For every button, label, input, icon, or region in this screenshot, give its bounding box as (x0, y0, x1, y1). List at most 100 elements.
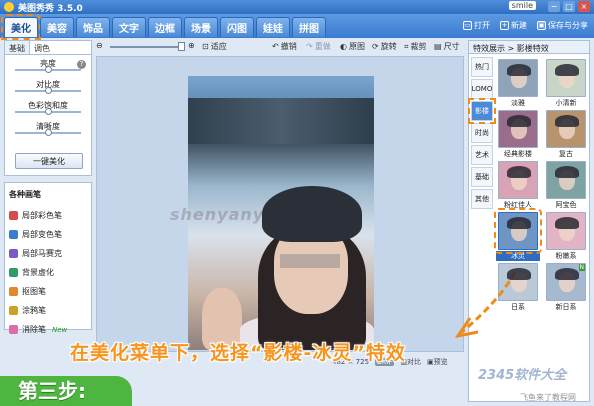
close-icon[interactable]: × (578, 1, 590, 12)
category-hot[interactable]: 热门 (471, 57, 493, 77)
resize-button[interactable]: ▤ 尺寸 (434, 41, 460, 52)
fit-button[interactable]: ⊡ 适应 (202, 41, 227, 52)
one-key-beautify-button[interactable]: 一键美化 (15, 153, 83, 169)
undo-button[interactable]: ↶ 撤销 (272, 41, 297, 52)
top-actions: ▭ 打开 + 新建 ▣ 保存与分享 (463, 20, 588, 31)
zoom-out-icon[interactable]: ⊖ (96, 41, 103, 50)
new-button[interactable]: + 新建 (500, 20, 527, 31)
step-banner: 第三步: (0, 376, 132, 406)
category-art[interactable]: 艺术 (471, 145, 493, 165)
tab-accessories[interactable]: 饰品 (76, 17, 110, 37)
preview-icon: ▣ (426, 358, 434, 366)
brush-recolor-icon (9, 230, 18, 239)
tab-frame[interactable]: 边框 (148, 17, 182, 37)
minimize-icon[interactable]: − (548, 1, 560, 12)
undo-icon: ↶ (272, 42, 279, 51)
open-button[interactable]: ▭ 打开 (463, 20, 490, 31)
app-logo-icon (4, 2, 14, 12)
site-watermark: 2345软件大全 (478, 368, 567, 383)
slider-knob[interactable] (45, 108, 52, 115)
adjust-panel: 基础 调色 ? 亮度 对比度 色彩饱和度 清晰度 一键美化 (4, 40, 92, 176)
brush-item[interactable]: 局部彩色笔 (9, 206, 87, 225)
original-button[interactable]: ◐ 原图 (340, 41, 365, 52)
crop-icon: ⌗ (404, 41, 409, 51)
maximize-icon[interactable]: □ (563, 1, 575, 12)
effect-preview-image: N (546, 263, 586, 301)
effect-thumb[interactable]: 复古 (544, 110, 588, 160)
window-controls: − □ × (548, 1, 590, 12)
tab-text[interactable]: 文字 (112, 17, 146, 37)
tab-face[interactable]: 美容 (40, 17, 74, 37)
rotate-icon: ⟳ (372, 42, 379, 51)
brush-item[interactable]: 背景虚化 (9, 263, 87, 282)
site-watermark-sub: 飞鱼来了教程网 (520, 393, 576, 402)
tab-basic[interactable]: 基础 (5, 41, 30, 54)
effect-thumb[interactable]: 日系 (496, 263, 540, 313)
brush-item[interactable]: 消除笔 New (9, 320, 87, 339)
rotate-button[interactable]: ⟳ 旋转 (372, 41, 397, 52)
zoom-in-icon[interactable]: ⊕ (188, 41, 195, 50)
category-basic[interactable]: 基础 (471, 167, 493, 187)
effect-preview-image (498, 161, 538, 199)
effect-preview-image (546, 110, 586, 148)
tab-beautify[interactable]: 美化 (1, 14, 41, 40)
saturation-slider[interactable]: 色彩饱和度 (5, 97, 91, 118)
resize-icon: ▤ (434, 42, 442, 51)
redo-button[interactable]: ↷ 重做 (306, 41, 331, 52)
tab-scene[interactable]: 场景 (184, 17, 218, 37)
effect-thumb-selected[interactable]: 冰灵 (494, 208, 542, 262)
adjust-tabs: 基础 调色 (5, 41, 91, 55)
contrast-slider[interactable]: 对比度 (5, 76, 91, 97)
zoom-slider[interactable] (110, 46, 182, 48)
canvas-toolbar: ⊖ ⊕ ⊡ 适应 ↶ 撤销 ↷ 重做 ◐ 原图 ⟳ 旋转 ⌗ 裁剪 ▤ 尺寸 (96, 40, 464, 54)
brush-blur-icon (9, 268, 18, 277)
blurred-eyes (280, 254, 340, 268)
effect-preview-image (498, 110, 538, 148)
brush-item[interactable]: 涂鸦笔 (9, 301, 87, 320)
fit-icon: ⊡ (202, 42, 209, 51)
tab-color[interactable]: 调色 (30, 41, 54, 54)
category-other[interactable]: 其他 (471, 189, 493, 209)
tab-collage[interactable]: 拼图 (292, 17, 326, 37)
new-tag: N (578, 264, 585, 271)
save-icon: ▣ (537, 21, 546, 30)
effect-thumb[interactable]: 小清新 (544, 59, 588, 109)
plus-icon: + (500, 21, 509, 30)
main-toolbar: 美化 美容 饰品 文字 边框 场景 闪图 娃娃 拼图 ▭ 打开 + 新建 ▣ 保存与分… (0, 14, 594, 40)
brush-item[interactable]: 局部马赛克 (9, 244, 87, 263)
effect-preview-image (546, 212, 586, 250)
crop-button[interactable]: ⌗ 裁剪 (404, 41, 427, 52)
effect-categories: 热门 LOMO 影楼 时尚 艺术 基础 其他 (468, 57, 496, 211)
brush-doodle-icon (9, 306, 18, 315)
zoom-knob[interactable] (178, 42, 185, 51)
title-bar: 美图秀秀 3.5.0 smile − □ × (0, 0, 594, 14)
category-lomo[interactable]: LOMO (471, 79, 493, 99)
preview-button[interactable]: ▣预览 (427, 357, 448, 367)
tab-doll[interactable]: 娃娃 (256, 17, 290, 37)
brightness-slider[interactable]: 亮度 (5, 55, 91, 76)
effects-panel: 特效展示 > 影楼特效 热门 LOMO 影楼 时尚 艺术 基础 其他 淡雅 小清… (468, 40, 590, 402)
effect-thumb[interactable]: 淡雅 (496, 59, 540, 109)
brush-panel-title: 各种画笔 (9, 190, 41, 199)
slider-knob[interactable] (45, 66, 52, 73)
effect-thumb[interactable]: N 新日系 (544, 263, 588, 313)
brush-item[interactable]: 抠图笔 (9, 282, 87, 301)
effect-thumb[interactable]: 经典影楼 (496, 110, 540, 160)
save-share-button[interactable]: ▣ 保存与分享 (537, 20, 588, 31)
effect-thumb[interactable]: 阿宝色 (544, 161, 588, 211)
slider-knob[interactable] (45, 87, 52, 94)
sharpness-slider[interactable]: 清晰度 (5, 118, 91, 139)
category-fashion[interactable]: 时尚 (471, 123, 493, 143)
user-badge[interactable]: smile (508, 1, 536, 10)
effect-preview-image (546, 59, 586, 97)
folder-icon: ▭ (463, 21, 472, 30)
tab-flash[interactable]: 闪图 (220, 17, 254, 37)
new-badge: New (52, 325, 68, 334)
category-studio[interactable]: 影楼 (468, 98, 496, 124)
brush-color-icon (9, 211, 18, 220)
effects-breadcrumb: 特效展示 > 影楼特效 (469, 41, 589, 54)
effect-thumb[interactable]: 粉嫩系 (544, 212, 588, 262)
brush-item[interactable]: 局部变色笔 (9, 225, 87, 244)
effect-thumb[interactable]: 粉红佳人 (496, 161, 540, 211)
slider-knob[interactable] (45, 129, 52, 136)
